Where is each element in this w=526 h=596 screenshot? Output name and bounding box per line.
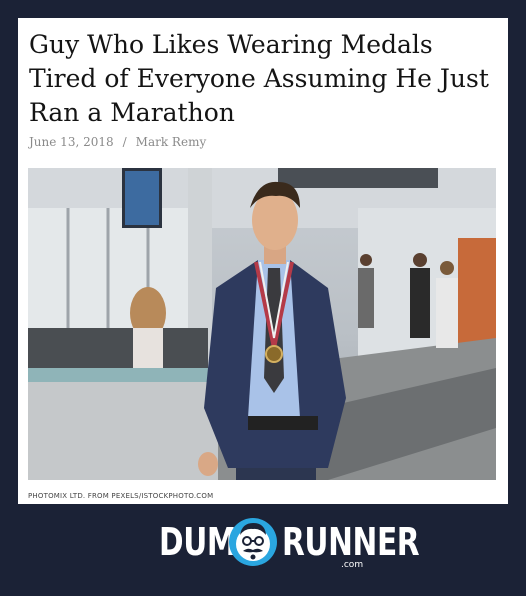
- meta-separator: /: [122, 135, 127, 149]
- brand-word-right: RUNNER: [282, 520, 420, 564]
- article-title[interactable]: Guy Who Likes Wearing Medals Tired of Ev…: [29, 28, 499, 130]
- brand-domain-suffix: .com: [341, 560, 364, 570]
- article-date: June 13, 2018: [29, 135, 114, 149]
- article-author[interactable]: Mark Remy: [136, 135, 207, 149]
- article-image[interactable]: [28, 168, 496, 480]
- article-meta: June 13, 2018 / Mark Remy: [29, 135, 206, 149]
- mustached-face-icon: [229, 518, 277, 566]
- image-credit: PHOTOMIX LTD. FROM PEXELS/ISTOCKPHOTO.CO…: [28, 492, 214, 500]
- article-card: Guy Who Likes Wearing Medals Tired of Ev…: [18, 18, 508, 504]
- site-brand[interactable]: DUMB RUNNER .com: [0, 512, 526, 572]
